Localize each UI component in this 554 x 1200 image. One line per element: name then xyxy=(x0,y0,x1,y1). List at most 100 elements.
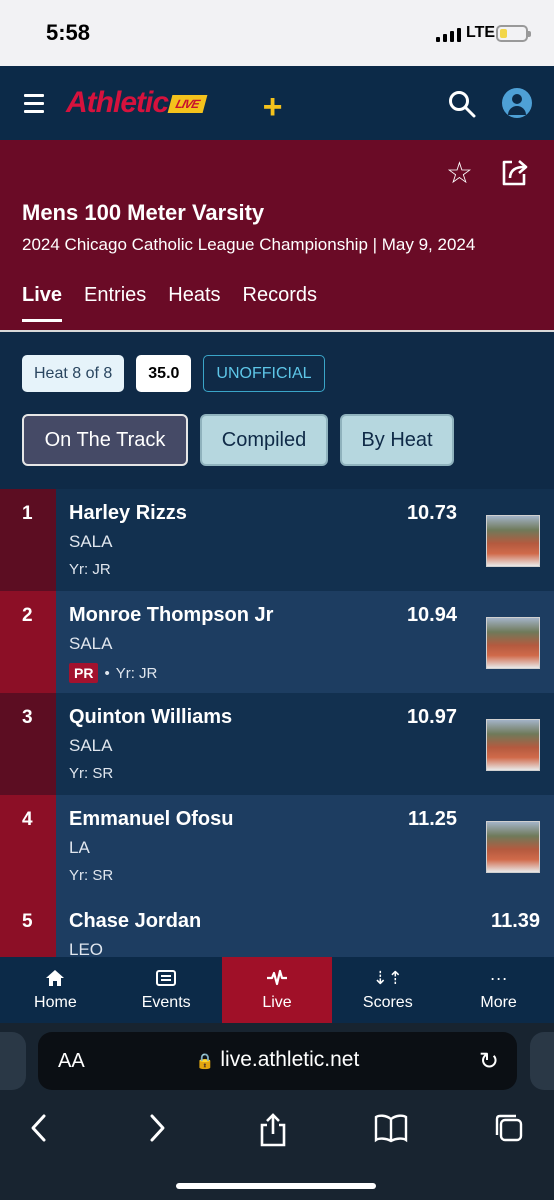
finish-photo-thumbnail[interactable] xyxy=(486,515,540,567)
athlete-meta: PR • Yr: JR xyxy=(69,663,157,683)
account-icon[interactable] xyxy=(502,88,532,118)
nav-scores-label: Scores xyxy=(362,994,413,1011)
network-label: LTE xyxy=(466,24,496,41)
athlete-year: Yr: SR xyxy=(69,867,114,884)
bottom-navigation: Home Events Live ⇣⇡ Scores ··· More xyxy=(0,957,554,1023)
result-time: 10.73 xyxy=(406,502,457,524)
team-code: LEO xyxy=(69,940,104,957)
result-time: 10.94 xyxy=(406,604,457,626)
lock-icon: 🔒 xyxy=(195,1053,215,1070)
place-number: 1 xyxy=(0,489,56,591)
status-bar: 5:58 LTE xyxy=(0,0,554,66)
finish-photo-thumbnail[interactable] xyxy=(486,617,540,669)
tab-records[interactable]: Records xyxy=(243,284,317,322)
battery-icon xyxy=(496,25,531,42)
nav-live-label: Live xyxy=(262,994,292,1011)
pulse-icon xyxy=(266,969,287,986)
ellipsis-icon: ··· xyxy=(489,968,508,988)
athlete-year: Yr: JR xyxy=(69,561,111,578)
status-time: 5:58 xyxy=(46,20,91,45)
list-icon xyxy=(156,970,177,986)
nav-events-label: Events xyxy=(141,994,191,1011)
place-number: 2 xyxy=(0,591,56,693)
favorite-star-icon[interactable]: ☆ xyxy=(446,156,473,191)
logo-live-badge: LIVE xyxy=(167,95,208,114)
share-sheet-icon[interactable] xyxy=(258,1113,288,1147)
forward-icon[interactable] xyxy=(146,1113,168,1143)
pr-badge: PR xyxy=(69,663,99,683)
team-code: LA xyxy=(69,838,90,857)
results-list: 1 Harley Rizzs SALA Yr: JR 10.73 2 Monro… xyxy=(0,489,554,957)
share-icon[interactable] xyxy=(498,156,530,188)
nav-home-label: Home xyxy=(34,994,77,1011)
url-text: live.athletic.net xyxy=(220,1048,360,1071)
athlete-name[interactable]: Monroe Thompson Jr xyxy=(69,604,273,627)
athlete-meta: Yr: JR xyxy=(69,561,111,578)
result-time: 10.97 xyxy=(406,706,457,728)
place-number: 5 xyxy=(0,897,56,957)
browser-toolbar: AA 🔒 live.athletic.net ↻ xyxy=(0,1023,554,1200)
view-by-heat-button[interactable]: By Heat xyxy=(340,414,454,466)
nav-events[interactable]: Events xyxy=(111,957,222,1023)
event-title: Mens 100 Meter Varsity xyxy=(22,200,265,225)
result-time: 11.39 xyxy=(491,910,540,932)
result-row[interactable]: 2 Monroe Thompson Jr SALA PR • Yr: JR 10… xyxy=(0,591,554,693)
result-time: 11.25 xyxy=(408,808,457,830)
heat-selector[interactable]: Heat 8 of 8 xyxy=(22,355,125,392)
athlete-meta: Yr: SR xyxy=(69,765,113,782)
app-logo[interactable]: Athletic LIVE xyxy=(66,86,208,120)
event-header: ☆ Mens 100 Meter Varsity 2024 Chicago Ca… xyxy=(0,140,554,332)
athlete-year: Yr: JR xyxy=(115,664,158,682)
result-row[interactable]: 5 Chase Jordan LEO 11.39 xyxy=(0,897,554,957)
home-icon xyxy=(46,970,65,986)
search-icon[interactable] xyxy=(448,90,476,118)
tab-entries[interactable]: Entries xyxy=(84,284,146,322)
result-row[interactable]: 3 Quinton Williams SALA Yr: SR 10.97 xyxy=(0,693,554,795)
athlete-year: Yr: SR xyxy=(69,765,114,782)
next-tab-preview[interactable] xyxy=(530,1032,554,1090)
back-icon[interactable] xyxy=(28,1113,50,1143)
wind-badge: 35.0 xyxy=(136,355,192,392)
athlete-name[interactable]: Chase Jordan xyxy=(69,910,201,933)
place-number: 4 xyxy=(0,795,56,897)
tabs-icon[interactable] xyxy=(494,1113,524,1143)
nav-live[interactable]: Live xyxy=(221,957,333,1023)
url-display[interactable]: 🔒 live.athletic.net xyxy=(38,1048,517,1072)
nav-more-label: More xyxy=(480,994,517,1011)
athlete-name[interactable]: Harley Rizzs xyxy=(69,502,187,525)
athlete-name[interactable]: Emmanuel Ofosu xyxy=(69,808,233,831)
bookmarks-icon[interactable] xyxy=(374,1113,408,1143)
status-badge: UNOFFICIAL xyxy=(203,355,325,392)
team-code: SALA xyxy=(69,532,113,551)
tab-live[interactable]: Live xyxy=(22,284,63,322)
sort-icon: ⇣⇡ xyxy=(372,968,403,988)
heat-info: Heat 8 of 8 35.0 UNOFFICIAL xyxy=(22,355,325,392)
plus-logo[interactable]: + xyxy=(262,88,282,127)
menu-icon[interactable] xyxy=(24,94,44,118)
previous-tab-preview[interactable] xyxy=(0,1032,26,1090)
team-code: SALA xyxy=(69,736,113,755)
address-bar[interactable]: AA 🔒 live.athletic.net ↻ xyxy=(38,1032,517,1090)
result-row[interactable]: 1 Harley Rizzs SALA Yr: JR 10.73 xyxy=(0,489,554,591)
nav-more[interactable]: ··· More xyxy=(443,957,554,1023)
app-header: Athletic LIVE + xyxy=(0,66,554,140)
view-toggle: On The Track Compiled By Heat xyxy=(22,414,454,466)
event-tabs: Live Entries Heats Records xyxy=(22,284,339,322)
athlete-meta: Yr: SR xyxy=(69,867,113,884)
meet-subtitle: 2024 Chicago Catholic League Championshi… xyxy=(22,235,476,254)
nav-home[interactable]: Home xyxy=(0,957,111,1023)
result-row[interactable]: 4 Emmanuel Ofosu LA Yr: SR 11.25 xyxy=(0,795,554,897)
signal-icon xyxy=(436,28,461,42)
finish-photo-thumbnail[interactable] xyxy=(486,821,540,873)
place-number: 3 xyxy=(0,693,56,795)
view-compiled-button[interactable]: Compiled xyxy=(200,414,328,466)
nav-scores[interactable]: ⇣⇡ Scores xyxy=(332,957,443,1023)
finish-photo-thumbnail[interactable] xyxy=(486,719,540,771)
separator-dot: • xyxy=(104,664,110,682)
athlete-name[interactable]: Quinton Williams xyxy=(69,706,232,729)
team-code: SALA xyxy=(69,634,113,653)
tab-heats[interactable]: Heats xyxy=(168,284,220,322)
home-indicator xyxy=(176,1183,376,1189)
view-on-the-track-button[interactable]: On The Track xyxy=(22,414,188,466)
reload-icon[interactable]: ↻ xyxy=(479,1047,499,1076)
